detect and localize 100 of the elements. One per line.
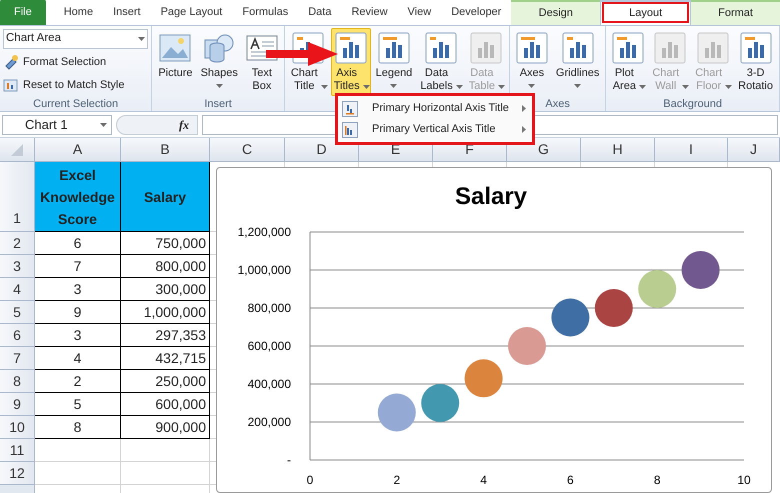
grid-cell[interactable]	[35, 462, 121, 485]
ribbon-button[interactable]: Plot Area	[609, 28, 648, 96]
column-header[interactable]: A	[35, 138, 121, 162]
caret-icon	[320, 85, 328, 89]
brush-icon	[3, 54, 19, 70]
ribbon-button[interactable]: Gridlines	[552, 28, 602, 96]
axis-tick-label: 600,000	[248, 339, 291, 353]
axis-tick-label: 6	[567, 473, 574, 487]
caret-icon	[456, 85, 463, 89]
ribbon-tab[interactable]: View	[398, 0, 442, 25]
table-cell-text: 7	[74, 256, 82, 276]
ribbon-tab[interactable]: Layout	[600, 0, 692, 25]
caret-icon	[390, 84, 398, 88]
chart-area[interactable]: Salary - 200,000 400,000 600,000 800,000 1,000,000 1,200,000 0 2 4 6 8 10	[216, 167, 772, 493]
ribbon-tab[interactable]: Developer	[441, 0, 512, 25]
chart-icon	[654, 32, 686, 64]
row-header[interactable]: 4	[0, 278, 35, 301]
ribbon-button[interactable]: Axis Titles	[330, 28, 371, 96]
row-header[interactable]: 12	[0, 462, 35, 485]
row-header[interactable]: 3	[0, 255, 35, 278]
ribbon-tab[interactable]: Design	[511, 0, 600, 25]
axis-tick-label: -	[287, 453, 291, 467]
table-cell-text: 2	[74, 372, 82, 390]
table-cell-text: 9	[74, 302, 82, 322]
caret-icon	[498, 85, 506, 89]
chart-element-dropdown[interactable]: Chart Area	[3, 29, 148, 49]
chart-icon	[516, 32, 548, 64]
axis-tick-label: 1,200,000	[238, 225, 291, 239]
group-label: Current Selection	[33, 97, 118, 111]
table-cell-text: 297,353	[155, 326, 206, 344]
shapes-icon	[203, 32, 236, 64]
pointer-arrow	[266, 42, 338, 66]
ribbon-tab[interactable]: File	[0, 0, 46, 25]
column-heading: Salary	[144, 188, 186, 207]
chart-icon	[612, 32, 644, 64]
caret-icon	[574, 84, 582, 88]
axis-tick-label: 2	[393, 473, 400, 487]
ribbon-tab[interactable]: Insert	[103, 0, 151, 25]
row-header[interactable]: 6	[0, 324, 35, 347]
ribbon-tab[interactable]: Formulas	[232, 0, 298, 25]
ribbon-button[interactable]: Axes	[512, 28, 551, 96]
axis-tick-label: 400,000	[248, 377, 291, 391]
row-header[interactable]: 2	[0, 232, 35, 255]
ribbon-command[interactable]: Reset to Match Style	[3, 75, 148, 95]
axis-tick-label: 10	[737, 473, 751, 487]
ribbon-tab[interactable]: Home	[54, 0, 104, 25]
row-header[interactable]: 9	[0, 393, 35, 416]
fx-label[interactable]: fx	[179, 116, 189, 134]
chart-icon	[3, 77, 19, 93]
table-cell-text: 300,000	[155, 280, 206, 298]
caret-icon	[725, 85, 732, 89]
chart-icon	[424, 32, 457, 64]
menu-item[interactable]: Primary Horizontal Axis Title	[338, 98, 532, 119]
axis-title-icon	[342, 122, 358, 138]
table-cell-text: 8	[74, 418, 82, 436]
table-cell-text: 600,000	[155, 394, 206, 414]
table-cell-text: 1,000,000	[144, 302, 206, 322]
ribbon-tab[interactable]: Review	[341, 0, 398, 25]
column-header[interactable]: I	[655, 138, 728, 162]
table-cell-text: 250,000	[155, 372, 206, 390]
row-header[interactable]: 1	[0, 162, 35, 232]
ribbon-tab[interactable]: Format	[691, 0, 780, 25]
column-header[interactable]: D	[285, 138, 359, 162]
picture-icon	[159, 32, 192, 64]
ribbon-button[interactable]: Picture	[155, 28, 196, 96]
chart-icon	[740, 32, 772, 64]
row-header[interactable]	[0, 485, 35, 493]
group-label: Axes	[545, 97, 570, 111]
row-header[interactable]: 7	[0, 347, 35, 370]
row-header[interactable]: 10	[0, 416, 35, 439]
column-header[interactable]: J	[728, 138, 780, 162]
column-header[interactable]: B	[121, 138, 210, 162]
grid-cell[interactable]	[121, 439, 210, 462]
axis-tick-label: 0	[306, 473, 314, 487]
ribbon-tab[interactable]: Data	[298, 0, 342, 25]
chart-icon	[378, 32, 410, 64]
table-cell-text: 3	[74, 280, 82, 298]
axis-tick-label: 200,000	[248, 415, 291, 429]
chart-title: Salary	[454, 183, 528, 210]
row-header[interactable]: 11	[0, 439, 35, 462]
select-all-icon	[11, 144, 23, 156]
group-label: Background	[663, 97, 722, 111]
chart-icon	[562, 32, 594, 64]
row-header[interactable]: 5	[0, 301, 35, 324]
column-header[interactable]: H	[581, 138, 655, 162]
ribbon-command[interactable]: Format Selection	[3, 52, 148, 72]
caret-icon	[528, 84, 536, 88]
table-cell-text: 5	[74, 394, 82, 414]
row-header[interactable]: 8	[0, 370, 35, 393]
ribbon-button[interactable]: Shapes	[198, 28, 241, 96]
ribbon-button[interactable]: 3-D Rotatio	[735, 28, 776, 96]
table-cell-text: 6	[74, 234, 82, 252]
chart-icon	[696, 32, 729, 64]
grid-cell[interactable]	[121, 462, 210, 485]
menu-item[interactable]: Primary Vertical Axis Title	[338, 119, 532, 140]
ribbon-tab[interactable]: Page Layout	[150, 0, 232, 25]
chart-icon	[470, 32, 502, 64]
axis-tick-label: 4	[480, 473, 487, 487]
grid-cell[interactable]	[35, 439, 121, 462]
column-header[interactable]: C	[210, 138, 285, 162]
